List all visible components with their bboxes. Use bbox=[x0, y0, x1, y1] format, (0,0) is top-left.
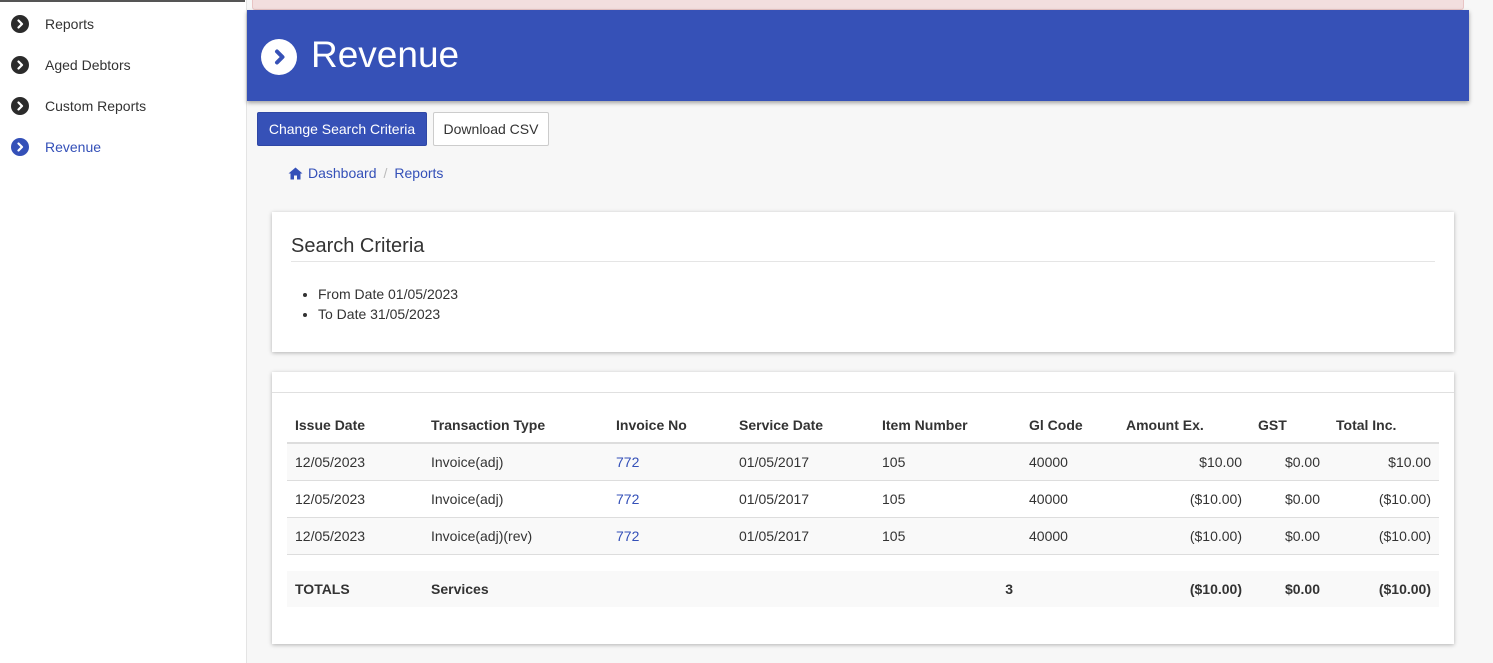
table-header-row: Issue Date Transaction Type Invoice No S… bbox=[287, 407, 1439, 444]
sidebar-item-label: Reports bbox=[45, 16, 95, 32]
chevron-circle-right-icon bbox=[11, 56, 29, 74]
sidebar-item-reports[interactable]: Reports bbox=[11, 13, 94, 35]
cell-total-inc: ($10.00) bbox=[1328, 479, 1439, 517]
cell-invoice-no: 772 bbox=[608, 479, 731, 517]
cell-gl-code: 40000 bbox=[1021, 516, 1118, 554]
cell-gst: $0.00 bbox=[1250, 479, 1328, 517]
cell-item-number: 105 bbox=[874, 479, 1021, 517]
sidebar-item-label: Revenue bbox=[45, 139, 102, 155]
breadcrumb-dashboard-link[interactable]: Dashboard bbox=[288, 165, 377, 181]
totals-empty bbox=[1021, 571, 1118, 607]
cell-amount-ex: ($10.00) bbox=[1118, 516, 1250, 554]
sidebar: Reports Aged Debtors Custom Reports Reve… bbox=[0, 0, 247, 663]
cell-item-number: 105 bbox=[874, 442, 1021, 480]
cell-service-date: 01/05/2017 bbox=[731, 516, 874, 554]
chevron-circle-right-icon bbox=[11, 138, 29, 156]
col-service-date[interactable]: Service Date bbox=[731, 407, 874, 444]
sidebar-item-label: Custom Reports bbox=[45, 98, 147, 114]
totals-amount-ex: ($10.00) bbox=[1118, 571, 1250, 607]
search-criteria-list: From Date 01/05/2023 To Date 31/05/2023 bbox=[318, 284, 458, 324]
invoice-link[interactable]: 772 bbox=[616, 454, 639, 470]
col-total-inc[interactable]: Total Inc. bbox=[1328, 407, 1439, 444]
totals-count: 3 bbox=[874, 571, 1021, 607]
breadcrumb-reports-link[interactable]: Reports bbox=[394, 165, 443, 181]
criteria-from-date: From Date 01/05/2023 bbox=[318, 284, 458, 304]
change-search-criteria-button[interactable]: Change Search Criteria bbox=[257, 112, 427, 146]
cell-transaction-type: Invoice(adj) bbox=[423, 479, 608, 517]
search-criteria-title: Search Criteria bbox=[291, 235, 425, 257]
breadcrumb-separator: / bbox=[383, 165, 388, 181]
sidebar-item-revenue[interactable]: Revenue bbox=[11, 136, 101, 158]
cell-service-date: 01/05/2017 bbox=[731, 442, 874, 480]
invoice-link[interactable]: 772 bbox=[616, 528, 639, 544]
totals-label: TOTALS bbox=[287, 571, 423, 607]
col-gst[interactable]: GST bbox=[1250, 407, 1328, 444]
spacer-cell bbox=[287, 553, 1439, 571]
breadcrumb: Dashboard / Reports bbox=[288, 165, 443, 181]
totals-type: Services bbox=[423, 571, 608, 607]
totals-total-inc: ($10.00) bbox=[1328, 571, 1439, 607]
cell-amount-ex: $10.00 bbox=[1118, 442, 1250, 480]
chevron-circle-right-icon bbox=[11, 15, 29, 33]
col-transaction-type[interactable]: Transaction Type bbox=[423, 407, 608, 444]
results-panel: Issue Date Transaction Type Invoice No S… bbox=[272, 372, 1454, 644]
totals-empty bbox=[608, 571, 731, 607]
chevron-circle-right-icon bbox=[261, 39, 297, 75]
download-csv-button[interactable]: Download CSV bbox=[433, 112, 549, 146]
cell-service-date: 01/05/2017 bbox=[731, 479, 874, 517]
cell-total-inc: ($10.00) bbox=[1328, 516, 1439, 554]
col-invoice-no[interactable]: Invoice No bbox=[608, 407, 731, 444]
col-issue-date[interactable]: Issue Date bbox=[287, 407, 423, 444]
divider bbox=[291, 261, 1435, 262]
page-title: Revenue bbox=[311, 34, 460, 75]
sidebar-item-custom-reports[interactable]: Custom Reports bbox=[11, 95, 146, 117]
table-row: 12/05/2023 Invoice(adj)(rev) 772 01/05/2… bbox=[287, 516, 1439, 554]
cell-issue-date: 12/05/2023 bbox=[287, 516, 423, 554]
cell-invoice-no: 772 bbox=[608, 442, 731, 480]
cell-issue-date: 12/05/2023 bbox=[287, 442, 423, 480]
main-content: Revenue Change Search Criteria Download … bbox=[247, 0, 1493, 663]
page-header: Revenue bbox=[247, 10, 1469, 101]
criteria-to-date: To Date 31/05/2023 bbox=[318, 304, 458, 324]
alert-banner bbox=[252, 0, 1464, 10]
sidebar-item-aged-debtors[interactable]: Aged Debtors bbox=[11, 54, 131, 76]
cell-gst: $0.00 bbox=[1250, 516, 1328, 554]
table-row: 12/05/2023 Invoice(adj) 772 01/05/2017 1… bbox=[287, 442, 1439, 480]
cell-gl-code: 40000 bbox=[1021, 442, 1118, 480]
cell-gl-code: 40000 bbox=[1021, 479, 1118, 517]
cell-total-inc: $10.00 bbox=[1328, 442, 1439, 480]
cell-transaction-type: Invoice(adj)(rev) bbox=[423, 516, 608, 554]
revenue-table: Issue Date Transaction Type Invoice No S… bbox=[287, 407, 1439, 607]
totals-gst: $0.00 bbox=[1250, 571, 1328, 607]
breadcrumb-label: Dashboard bbox=[308, 165, 377, 181]
search-criteria-panel: Search Criteria From Date 01/05/2023 To … bbox=[272, 212, 1454, 352]
sidebar-item-label: Aged Debtors bbox=[45, 57, 131, 73]
invoice-link[interactable]: 772 bbox=[616, 491, 639, 507]
cell-transaction-type: Invoice(adj) bbox=[423, 442, 608, 480]
home-icon bbox=[288, 167, 303, 180]
chevron-circle-right-icon bbox=[11, 97, 29, 115]
divider bbox=[272, 392, 1454, 393]
totals-row: TOTALS Services 3 ($10.00) $0.00 ($10.00… bbox=[287, 571, 1439, 607]
cell-item-number: 105 bbox=[874, 516, 1021, 554]
cell-issue-date: 12/05/2023 bbox=[287, 479, 423, 517]
sidebar-divider bbox=[0, 0, 245, 2]
col-gl-code[interactable]: Gl Code bbox=[1021, 407, 1118, 444]
totals-empty bbox=[731, 571, 874, 607]
table-row: 12/05/2023 Invoice(adj) 772 01/05/2017 1… bbox=[287, 479, 1439, 517]
cell-invoice-no: 772 bbox=[608, 516, 731, 554]
cell-gst: $0.00 bbox=[1250, 442, 1328, 480]
col-amount-ex[interactable]: Amount Ex. bbox=[1118, 407, 1250, 444]
table-spacer-row bbox=[287, 553, 1439, 571]
cell-amount-ex: ($10.00) bbox=[1118, 479, 1250, 517]
col-item-number[interactable]: Item Number bbox=[874, 407, 1021, 444]
